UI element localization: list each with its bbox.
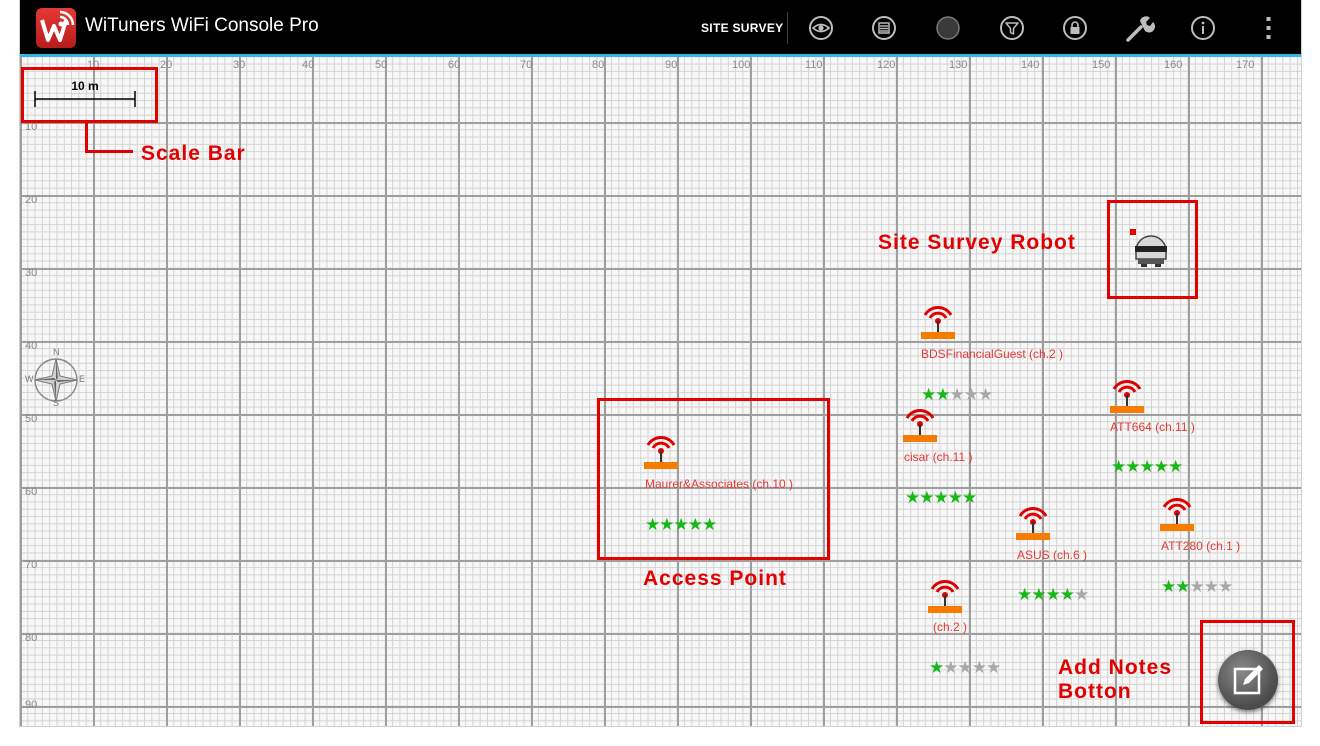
router-icon xyxy=(1016,506,1050,540)
robot-callout-box xyxy=(1107,200,1198,299)
app-logo[interactable] xyxy=(36,8,76,48)
router-icon xyxy=(1160,497,1194,531)
x-tick: 50 xyxy=(375,59,388,71)
ap-signal-rating: ★★★★★ xyxy=(1017,585,1089,605)
callout-connector xyxy=(85,150,133,153)
filter-icon[interactable] xyxy=(996,12,1028,44)
x-tick: 100 xyxy=(732,59,751,71)
access-point-callout-label: Access Point xyxy=(643,567,787,590)
site-survey-button[interactable]: SITE SURVEY xyxy=(701,21,783,35)
y-tick: 50 xyxy=(25,413,38,425)
x-tick: 120 xyxy=(877,59,896,71)
x-tick: 150 xyxy=(1092,59,1111,71)
x-tick: 60 xyxy=(448,59,461,71)
ap-signal-rating: ★★★★★ xyxy=(1161,577,1233,597)
app-bar: WiTuners WiFi Console Pro SITE SURVEY xyxy=(20,0,1301,54)
x-tick: 80 xyxy=(592,59,605,71)
compass-north: N xyxy=(53,347,60,357)
x-tick: 30 xyxy=(233,59,246,71)
app-title: WiTuners WiFi Console Pro xyxy=(85,15,319,36)
ap-name: ASUS (ch.6 ) xyxy=(1017,548,1088,562)
access-point[interactable] xyxy=(920,301,956,346)
add-notes-callout-box xyxy=(1200,620,1295,724)
add-notes-callout-label: Add Notes xyxy=(1058,656,1172,679)
y-tick: 80 xyxy=(25,632,38,644)
robot-callout-label: Site Survey Robot xyxy=(878,231,1076,254)
router-icon xyxy=(928,579,962,613)
scale-bar-callout-label: Scale Bar xyxy=(141,142,246,165)
router-icon xyxy=(903,408,937,442)
y-tick: 70 xyxy=(25,559,38,571)
x-tick: 130 xyxy=(949,59,968,71)
compass-west: W xyxy=(25,374,34,384)
wrench-icon[interactable] xyxy=(1123,12,1156,44)
access-point[interactable] xyxy=(1015,502,1051,547)
access-point[interactable] xyxy=(902,404,938,449)
x-tick: 20 xyxy=(160,59,173,71)
ap-name: ATT280 (ch.1 ) xyxy=(1161,539,1241,553)
y-tick: 60 xyxy=(25,486,38,498)
compass: N S E W xyxy=(25,347,86,409)
callout-connector xyxy=(85,123,88,153)
x-tick: 140 xyxy=(1021,59,1040,71)
x-tick: 170 xyxy=(1236,59,1255,71)
x-tick: 70 xyxy=(520,59,533,71)
access-point[interactable] xyxy=(1159,493,1195,538)
ap-signal-rating: ★★★★★ xyxy=(905,488,977,508)
ap-name: (ch.2 ) xyxy=(933,620,968,634)
overflow-menu-icon[interactable] xyxy=(1252,12,1284,44)
add-notes-callout-label-2: Botton xyxy=(1058,680,1132,703)
ap-signal-rating: ★★★★★ xyxy=(921,385,993,405)
access-point-callout-box xyxy=(597,398,830,560)
y-tick: 90 xyxy=(25,699,38,711)
x-tick: 90 xyxy=(665,59,678,71)
ap-name: BDSFinancialGuest (ch.2 ) xyxy=(921,347,1064,361)
x-tick: 40 xyxy=(302,59,315,71)
compass-east: E xyxy=(79,374,86,384)
lock-icon[interactable] xyxy=(1059,12,1091,44)
record-icon[interactable] xyxy=(932,12,964,44)
router-icon xyxy=(1110,379,1144,413)
x-tick: 110 xyxy=(805,59,823,71)
ap-signal-rating: ★★★★★ xyxy=(929,658,1001,678)
toolbar-divider xyxy=(787,12,788,44)
list-icon[interactable] xyxy=(868,12,900,44)
y-tick: 30 xyxy=(25,267,38,279)
ap-name: ATT664 (ch.11 ) xyxy=(1110,420,1195,434)
ap-signal-rating: ★★★★★ xyxy=(1111,457,1183,477)
eye-icon[interactable] xyxy=(805,12,837,44)
router-icon xyxy=(921,305,955,339)
ap-name: cisar (ch.11 ) xyxy=(904,450,973,464)
access-point[interactable] xyxy=(1109,375,1145,420)
y-tick: 20 xyxy=(25,194,38,206)
access-point[interactable] xyxy=(927,575,963,620)
info-icon[interactable] xyxy=(1187,12,1219,44)
compass-south: S xyxy=(53,398,60,408)
app-window: WiTuners WiFi Console Pro SITE SURVEY 10… xyxy=(20,0,1301,726)
x-tick: 160 xyxy=(1164,59,1183,71)
scale-bar-callout-box xyxy=(21,67,158,123)
